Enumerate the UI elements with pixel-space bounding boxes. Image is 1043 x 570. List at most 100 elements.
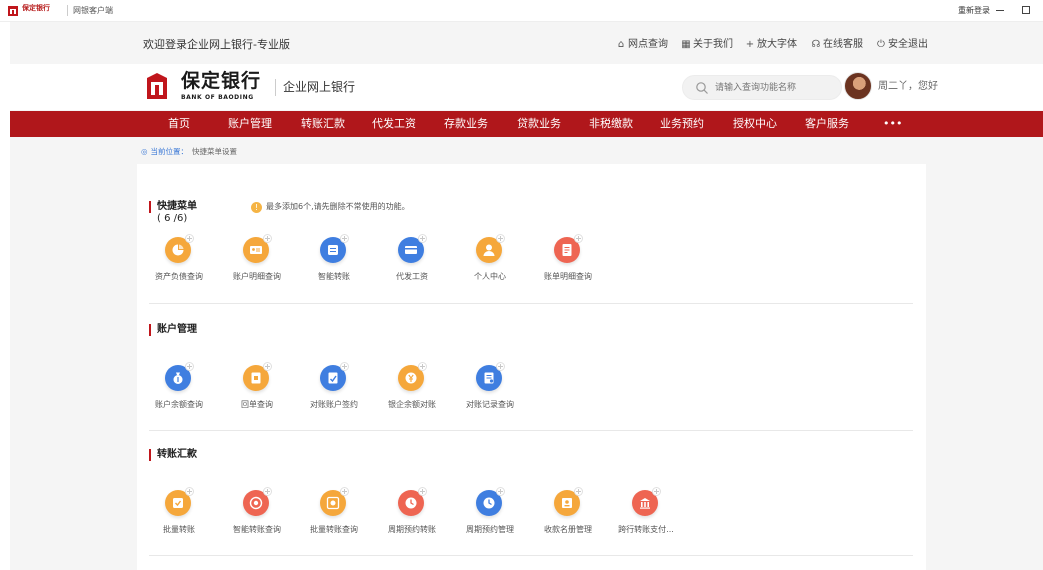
function-item-label: 对账账户签约 [310,400,358,409]
info-icon: ! [251,202,262,213]
quick-item-label: 代发工资 [396,272,428,281]
safe-exit-link[interactable]: ⏻ 安全退出 [876,38,928,52]
nav-booking[interactable]: 业务预约 [660,111,704,137]
quick-item-label: 智能转账 [318,272,350,281]
nav-customer-service[interactable]: 客户服务 [805,111,849,137]
nav-more[interactable]: ••• [883,111,902,137]
remove-badge-icon[interactable] [263,234,272,243]
quick-menu-note-text: 最多添加6个,请先删除不常使用的功能。 [266,202,410,211]
remove-badge-icon[interactable] [574,234,583,243]
account-item-reconcile-sign[interactable]: 对账账户签约 [298,362,370,415]
welcome-text: 欢迎登录企业网上银行-专业版 [143,38,290,51]
product-subtitle: 企业网上银行 [283,80,356,94]
remove-badge-icon[interactable] [185,234,194,243]
remove-badge-icon[interactable] [496,234,505,243]
add-badge-icon[interactable] [496,362,505,371]
quick-item-account-detail[interactable]: 账户明细查询 [221,234,293,287]
add-badge-icon[interactable] [496,487,505,496]
outlet-query-link[interactable]: ⌂ 网点查询 [616,38,668,52]
relogin-button[interactable]: 重新登录 [958,5,990,16]
search-icon[interactable] [695,81,709,95]
avatar[interactable] [844,72,872,100]
quick-item-label: 资产负债查询 [155,272,203,281]
nav-authorization[interactable]: 授权中心 [733,111,777,137]
transfer-item-interbank[interactable]: 跨行转账支付... [610,487,682,540]
transfer-item-periodic[interactable]: 周期预约转账 [376,487,448,540]
online-service-link[interactable]: ☊ 在线客服 [811,38,863,52]
function-item-label: 批量转账查询 [310,525,358,534]
function-item-label: 回单查询 [241,400,273,409]
site-header: 保定银行 BANK OF BAODING 企业网上银行 周二丫，您好 [10,64,1043,110]
add-badge-icon[interactable] [418,487,427,496]
nav-payroll[interactable]: 代发工资 [372,111,416,137]
function-item-label: 跨行转账支付... [618,525,674,534]
add-badge-icon[interactable] [263,362,272,371]
left-margin [0,22,10,570]
quick-item-bill-detail[interactable]: 账单明细查询 [532,234,604,287]
bank-logo-icon [8,6,18,16]
outlet-icon: ⌂ [617,39,625,50]
titlebar-bank-name: 保定银行 [22,4,50,12]
transfer-item-payee-list[interactable]: 收款名册管理 [532,487,604,540]
section-divider [149,430,913,431]
function-item-label: 对账记录查询 [466,400,514,409]
account-item-balance-reconcile[interactable]: 银企余额对账 [376,362,448,415]
bank-name-chinese: 保定银行 [181,70,262,92]
quick-item-payroll[interactable]: 代发工资 [376,234,448,287]
grid-icon: ▦ [681,39,691,50]
function-item-label: 周期预约管理 [466,525,514,534]
section-title-quick-menu: 快捷菜单( 6 /6) [149,201,197,224]
section-title-text: 账户管理 [157,324,197,335]
enlarge-font-link[interactable]: + 放大字体 [745,38,797,52]
section-title-text: 转账汇款 [157,449,197,460]
logo-divider [275,79,276,96]
minimize-button[interactable] [996,10,1004,11]
user-greeting: 周二丫，您好 [878,81,938,92]
function-search-box[interactable] [682,75,842,100]
window-titlebar: 保定银行 网银客户端 重新登录 [0,0,1043,22]
quick-item-label: 账户明细查询 [233,272,281,281]
main-panel: 快捷菜单( 6 /6) ! 最多添加6个,请先删除不常使用的功能。 资产负债查询 … [137,164,926,570]
remove-badge-icon[interactable] [418,234,427,243]
quick-item-asset-query[interactable]: 资产负债查询 [143,234,215,287]
add-badge-icon[interactable] [574,487,583,496]
add-badge-icon[interactable] [185,487,194,496]
transfer-item-batch-query[interactable]: 批量转账查询 [298,487,370,540]
about-us-link[interactable]: ▦ 关于我们 [681,38,733,52]
add-badge-icon[interactable] [263,487,272,496]
function-item-label: 批量转账 [163,525,195,534]
add-badge-icon[interactable] [185,362,194,371]
nav-account-management[interactable]: 账户管理 [228,111,272,137]
function-item-label: 收款名册管理 [544,525,592,534]
remove-badge-icon[interactable] [340,234,349,243]
bank-name-english: BANK OF BAODING [181,94,254,101]
add-badge-icon[interactable] [652,487,661,496]
nav-deposit[interactable]: 存款业务 [444,111,488,137]
search-input[interactable] [715,79,835,97]
breadcrumb-current: 快捷菜单设置 [192,147,238,156]
online-service-label: 在线客服 [823,39,863,50]
about-us-label: 关于我们 [693,39,733,50]
nav-tax-payment[interactable]: 非税缴款 [589,111,633,137]
breadcrumb-label: 当前位置： [150,147,189,156]
safe-exit-label: 安全退出 [888,39,928,50]
nav-loan[interactable]: 贷款业务 [517,111,561,137]
quick-menu-note: ! 最多添加6个,请先删除不常使用的功能。 [251,201,410,213]
transfer-item-smart-query[interactable]: 智能转账查询 [221,487,293,540]
quick-item-smart-transfer[interactable]: 智能转账 [298,234,370,287]
add-badge-icon[interactable] [340,487,349,496]
account-item-reconcile-record[interactable]: 对账记录查询 [454,362,526,415]
add-badge-icon[interactable] [418,362,427,371]
nav-home[interactable]: 首页 [168,111,190,137]
maximize-button[interactable] [1022,6,1030,14]
breadcrumb: ◎ 当前位置： 快捷菜单设置 [141,146,237,158]
transfer-item-batch[interactable]: 批量转账 [143,487,215,540]
transfer-item-periodic-manage[interactable]: 周期预约管理 [454,487,526,540]
add-badge-icon[interactable] [340,362,349,371]
nav-transfer[interactable]: 转账汇款 [301,111,345,137]
enlarge-font-label: 放大字体 [757,39,797,50]
account-item-balance-query[interactable]: 账户余额查询 [143,362,215,415]
account-item-receipt-query[interactable]: 回单查询 [221,362,293,415]
quick-item-personal-center[interactable]: 个人中心 [454,234,526,287]
titlebar-divider [67,5,68,16]
